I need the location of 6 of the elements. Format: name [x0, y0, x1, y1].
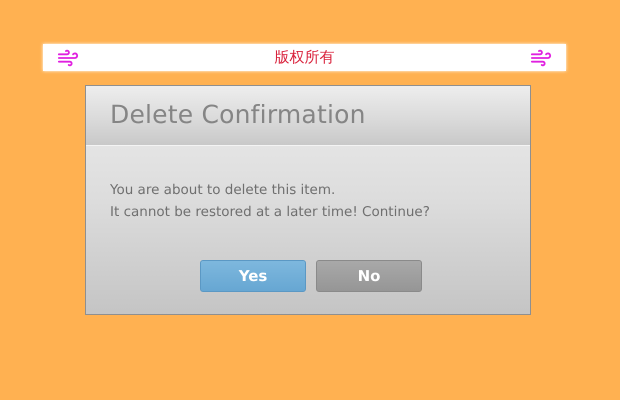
banner-text: 版权所有 [274, 48, 334, 67]
message-line: It cannot be restored at a later time! Continue? [110, 203, 431, 222]
message-line: You are about to delete this item. [110, 181, 336, 200]
dialog-title: Delete Confirmation [110, 100, 367, 129]
cancel-button[interactable]: No [316, 260, 422, 292]
confirm-button[interactable]: Yes [200, 260, 306, 292]
